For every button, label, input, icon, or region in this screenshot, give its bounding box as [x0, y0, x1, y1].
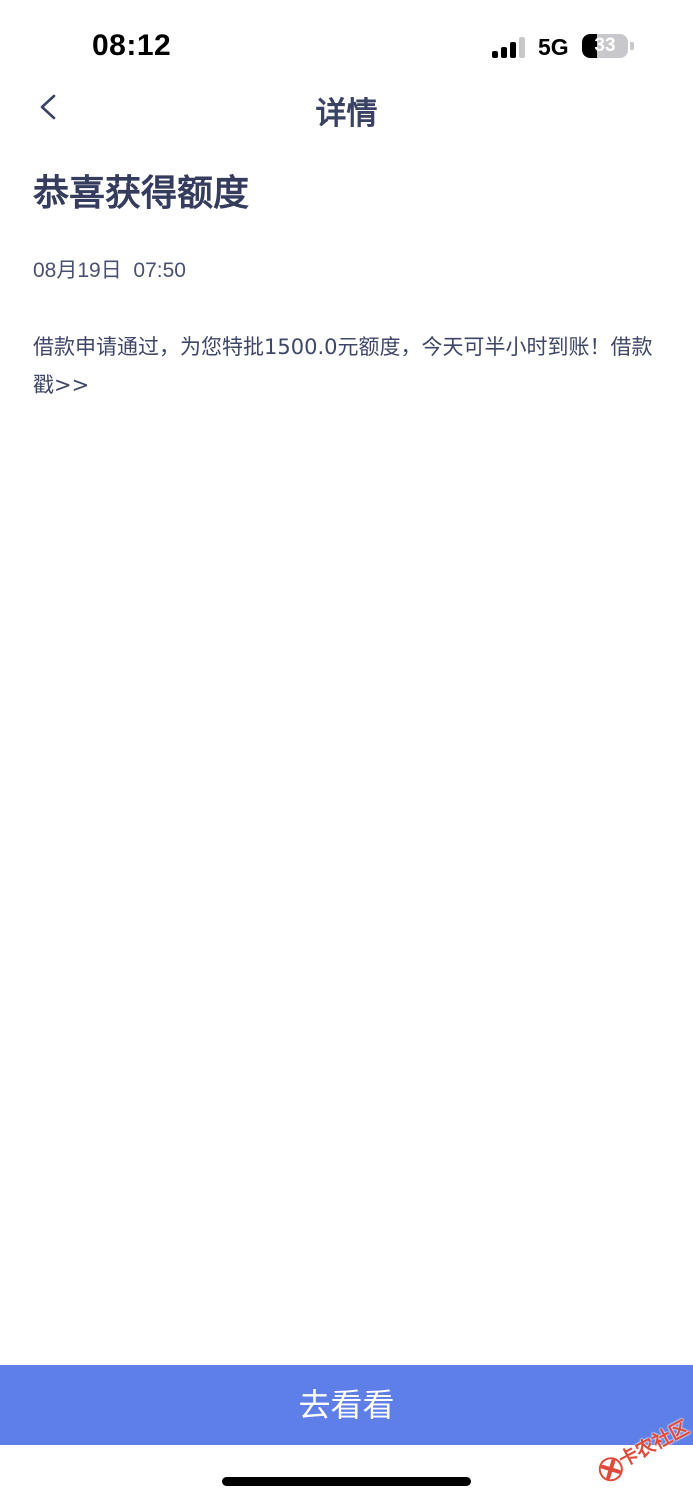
battery-level: 33: [594, 35, 616, 56]
status-bar: 08:12 5G 33: [0, 0, 693, 90]
home-indicator: [222, 1477, 471, 1486]
watermark-text: 卡农社区: [615, 1416, 693, 1472]
message-timestamp: 08月19日 07:50: [33, 259, 186, 282]
network-type: 5G: [538, 34, 569, 60]
cellular-signal-icon: [492, 36, 528, 58]
page-title: 详情: [315, 96, 378, 132]
detail-page: 08:12 5G 33 详情 恭喜获得额度 08月19日 07:50 借款申请通…: [0, 0, 693, 1500]
battery-icon: 33: [582, 34, 628, 58]
battery-tip: [630, 42, 634, 50]
status-time: 08:12: [92, 29, 172, 62]
message-title: 恭喜获得额度: [33, 173, 250, 214]
message-body: 借款申请通过，为您特批1500.0元额度，今天可半小时到账！借款戳>>: [33, 335, 653, 397]
